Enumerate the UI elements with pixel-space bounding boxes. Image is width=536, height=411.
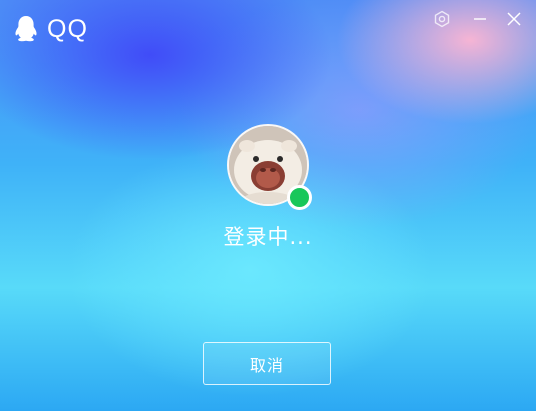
login-window: QQ 登录中... 取消 [0, 0, 536, 411]
penguin-icon [14, 15, 38, 43]
close-icon [506, 11, 522, 31]
app-name: QQ [47, 15, 88, 43]
close-button[interactable] [503, 10, 525, 32]
online-status-indicator [287, 185, 312, 210]
cancel-button[interactable]: 取消 [203, 342, 331, 385]
settings-icon [433, 10, 451, 32]
settings-button[interactable] [431, 10, 453, 32]
minimize-icon [472, 11, 488, 31]
app-logo: QQ [14, 14, 88, 44]
login-status-text: 登录中... [223, 225, 313, 249]
avatar-container [227, 124, 312, 210]
minimize-button[interactable] [469, 10, 491, 32]
